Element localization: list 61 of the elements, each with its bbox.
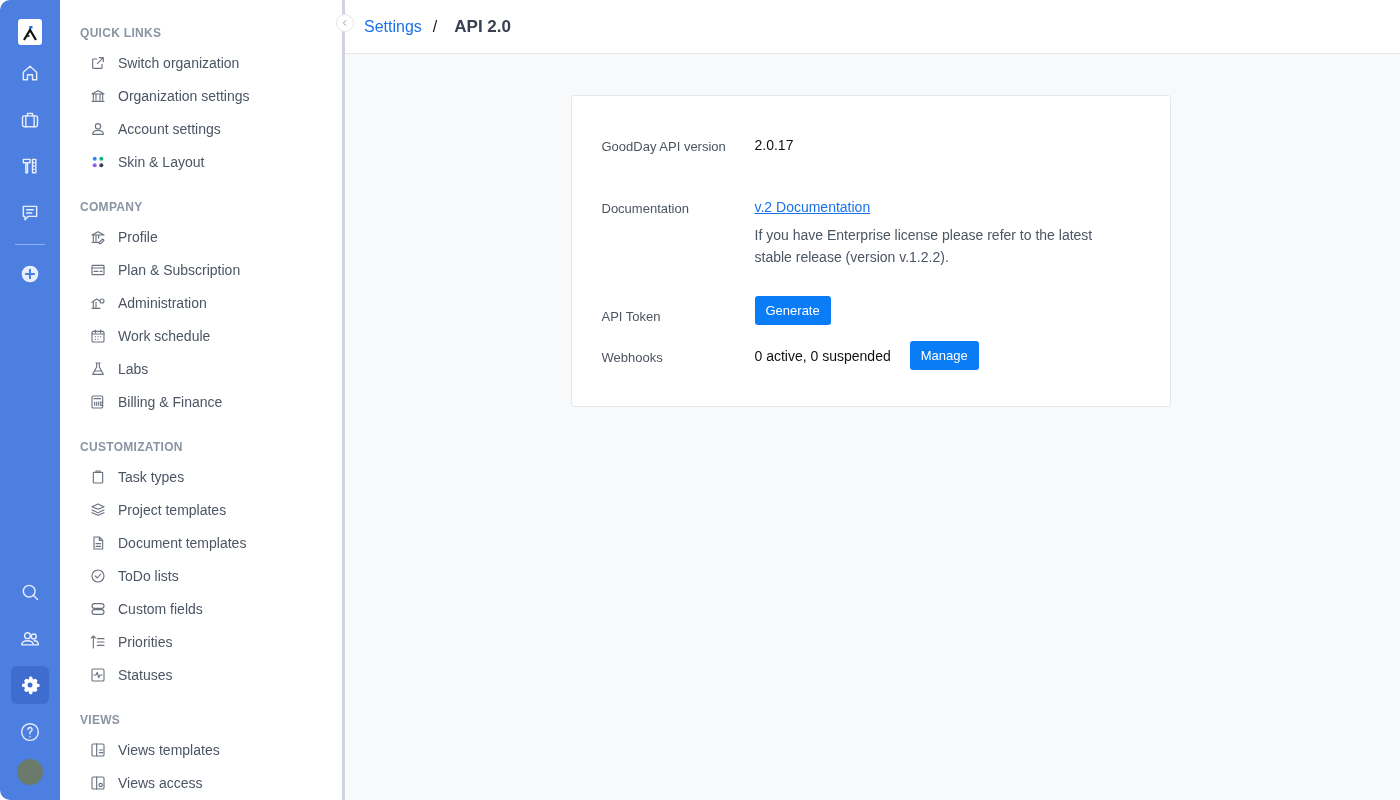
sidebar-item[interactable]: Task types [80, 460, 185, 493]
sidebar-item[interactable]: Priorities [80, 625, 173, 658]
sidebar-item[interactable]: Document templates [80, 526, 247, 559]
menu-item-icon [90, 666, 106, 683]
sidebar-item[interactable]: Plan & Subscription [80, 253, 241, 286]
sidebar-item[interactable]: Custom fields [80, 592, 203, 625]
sidebar-item[interactable]: Statuses [80, 658, 173, 691]
menu-item-icon [90, 393, 106, 410]
home-icon [20, 63, 40, 83]
menu-item-icon [90, 741, 106, 758]
generate-button[interactable]: Generate [754, 296, 831, 325]
sidebar-item[interactable]: Views templates [80, 733, 220, 766]
sidebar-item[interactable]: Views access [80, 766, 203, 799]
menu-item-icon [90, 228, 106, 245]
menu-item-icon [90, 120, 106, 137]
sidebar-item[interactable]: Administration [80, 286, 207, 319]
plus-icon [20, 264, 40, 284]
field-value: 2.0.17 [754, 136, 794, 153]
field-label: Documentation [601, 200, 690, 218]
section-heading: CUSTOMIZATION [80, 440, 184, 454]
menu-item-icon [90, 360, 106, 377]
help-icon [20, 721, 40, 742]
breadcrumb-separator: / [432, 17, 438, 36]
field-label: GoodDay API version [601, 138, 727, 154]
app-logo[interactable] [18, 19, 42, 45]
menu-item-icon [90, 534, 106, 551]
manage-button[interactable]: Manage [909, 341, 979, 370]
sidebar-item[interactable]: Switch organization [80, 46, 240, 79]
section-heading: COMPANY [80, 200, 144, 214]
sidebar-item[interactable]: ToDo lists [80, 559, 179, 592]
field-value: 0 active, 0 suspended [754, 347, 891, 364]
sidebar-item[interactable]: Project templates [80, 493, 227, 526]
menu-item-icon [90, 327, 106, 344]
menu-item-icon [90, 54, 106, 71]
sidebar-item[interactable]: Profile [80, 220, 158, 253]
menu-item-icon [90, 633, 106, 650]
chevron-left-icon [340, 18, 350, 28]
page-title: API 2.0 [454, 16, 511, 37]
menu-item-icon [90, 774, 106, 791]
tools-icon [20, 156, 40, 176]
menu-item-icon [90, 501, 106, 518]
settings-icon [20, 675, 40, 695]
sidebar-item[interactable]: Work schedule [80, 319, 211, 352]
menu-item-icon [90, 600, 106, 617]
sidebar-item[interactable]: Labs [80, 352, 149, 385]
section-heading: QUICK LINKS [80, 26, 163, 40]
note-text: If you have Enterprise license please refer to the latest stable release (version v.1.2.2). [754, 226, 1094, 267]
menu-item-icon [90, 468, 106, 485]
sidebar-item[interactable]: Account settings [80, 112, 221, 145]
sidebar-item[interactable]: Billing & Finance [80, 385, 223, 418]
field-label: Webhooks [601, 349, 664, 367]
search-icon [20, 582, 40, 602]
documentation-link[interactable]: v.2 Documentation [754, 199, 871, 215]
breadcrumb-link[interactable]: Settings [364, 17, 422, 36]
menu-item-icon [90, 567, 106, 584]
sidebar-item[interactable]: Skin & Layout [80, 145, 205, 178]
settings-button[interactable] [11, 666, 49, 704]
menu-item-icon [90, 87, 106, 104]
section-heading: VIEWS [80, 713, 122, 727]
field-label: API Token [601, 308, 662, 325]
sidebar-item[interactable]: Organization settings [80, 79, 250, 112]
